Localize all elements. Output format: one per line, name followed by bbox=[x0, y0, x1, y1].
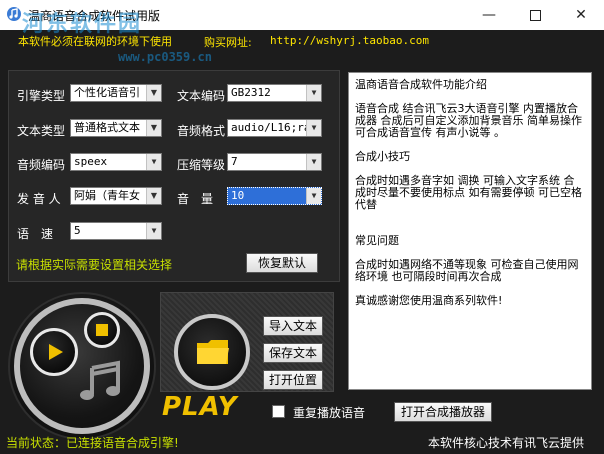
close-button[interactable]: ✕ bbox=[558, 0, 604, 30]
speed-select[interactable]: 5 ▼ bbox=[70, 222, 162, 240]
text-type-select[interactable]: 普通格式文本 ▼ bbox=[70, 119, 162, 137]
repeat-label: 重复播放语音 bbox=[293, 406, 366, 420]
tips-heading: 合成小技巧 bbox=[355, 150, 410, 163]
import-text-button[interactable]: 导入文本 bbox=[263, 316, 323, 336]
settings-hint: 请根据实际需要设置相关选择 bbox=[16, 258, 173, 272]
stop-icon bbox=[96, 324, 108, 336]
volume-label: 音 量 bbox=[177, 192, 214, 206]
text-input-area[interactable]: 温商语音合成软件功能介绍 语音合成 结合讯飞云3大语音引擎 内置播放合成器 合成… bbox=[348, 72, 592, 390]
chevron-down-icon: ▼ bbox=[146, 120, 161, 136]
app-icon bbox=[7, 7, 21, 21]
chevron-down-icon: ▼ bbox=[306, 154, 321, 170]
maximize-button[interactable] bbox=[512, 0, 558, 30]
thanks-text: 真诚感谢您使用温商系列软件! bbox=[355, 294, 503, 307]
close-icon: ✕ bbox=[575, 7, 587, 23]
text-type-label: 文本类型 bbox=[17, 124, 66, 138]
open-location-button[interactable]: 打开位置 bbox=[263, 370, 323, 390]
banner-notice: 本软件必须在联网的环境下使用 bbox=[18, 33, 172, 49]
speaker-select[interactable]: 阿娟（青年女 ▼ bbox=[70, 187, 162, 205]
play-button[interactable] bbox=[30, 328, 78, 376]
status-text: 当前状态：已连接语音合成引擎! bbox=[6, 436, 179, 450]
audio-codec-label: 音频编码 bbox=[17, 158, 66, 172]
open-player-button[interactable]: 打开合成播放器 bbox=[394, 402, 492, 422]
intro-heading: 温商语音合成软件功能介绍 bbox=[355, 78, 487, 91]
chevron-down-icon: ▼ bbox=[146, 223, 161, 239]
audio-format-label: 音频格式 bbox=[177, 124, 226, 138]
open-folder-button[interactable] bbox=[174, 314, 250, 390]
credit-text: 本软件核心技术有讯飞云提供 bbox=[428, 436, 585, 450]
engine-label: 引擎类型 bbox=[17, 89, 66, 103]
chevron-down-icon: ▼ bbox=[146, 85, 161, 101]
folder-icon bbox=[197, 340, 229, 364]
watermark-url: www.pc0359.cn bbox=[118, 50, 212, 64]
chevron-down-icon: ▼ bbox=[306, 85, 321, 101]
chevron-down-icon: ▼ bbox=[306, 188, 321, 204]
volume-select[interactable]: 10 ▼ bbox=[227, 187, 322, 205]
encoding-label: 文本编码 bbox=[177, 89, 226, 103]
minimize-icon: — bbox=[482, 7, 496, 23]
engine-select[interactable]: 个性化语音引 ▼ bbox=[70, 84, 162, 102]
buy-label: 购买网址: bbox=[204, 36, 252, 49]
play-logo: PLAY bbox=[162, 392, 238, 422]
buy-url-link[interactable]: http://wshyrj.taobao.com bbox=[270, 34, 429, 47]
encoding-select[interactable]: GB2312 ▼ bbox=[227, 84, 322, 102]
play-icon bbox=[49, 344, 63, 360]
reset-default-button[interactable]: 恢复默认 bbox=[246, 253, 318, 273]
tips-body: 合成时如遇多音字如 调换 可输入文字系统 合成时尽量不要使用标点 如有需要停顿 … bbox=[355, 174, 582, 211]
intro-body: 语音合成 结合讯飞云3大语音引擎 内置播放合成器 合成后可自定义添加背景音乐 简… bbox=[355, 102, 582, 139]
compress-label: 压缩等级 bbox=[177, 158, 226, 172]
chevron-down-icon: ▼ bbox=[146, 154, 161, 170]
music-notes-icon bbox=[80, 360, 120, 400]
chevron-down-icon: ▼ bbox=[306, 120, 321, 136]
compress-select[interactable]: 7 ▼ bbox=[227, 153, 322, 171]
stop-button[interactable] bbox=[84, 312, 120, 348]
minimize-button[interactable]: — bbox=[466, 0, 512, 30]
save-text-button[interactable]: 保存文本 bbox=[263, 343, 323, 363]
chevron-down-icon: ▼ bbox=[146, 188, 161, 204]
faq-body: 合成时如遇网络不通等现象 可检查自己使用网络环境 也可隔段时间再次合成 bbox=[355, 258, 579, 283]
banner-text: 本软件必须在联网的环境下使用 bbox=[18, 35, 172, 48]
repeat-checkbox[interactable] bbox=[272, 405, 285, 418]
speed-label: 语 速 bbox=[17, 227, 54, 241]
audio-codec-select[interactable]: speex ▼ bbox=[70, 153, 162, 171]
audio-format-select[interactable]: audio/L16;ra ▼ bbox=[227, 119, 322, 137]
faq-heading: 常见问题 bbox=[355, 234, 399, 247]
maximize-icon bbox=[529, 9, 541, 21]
speaker-label: 发 音 人 bbox=[17, 192, 61, 206]
